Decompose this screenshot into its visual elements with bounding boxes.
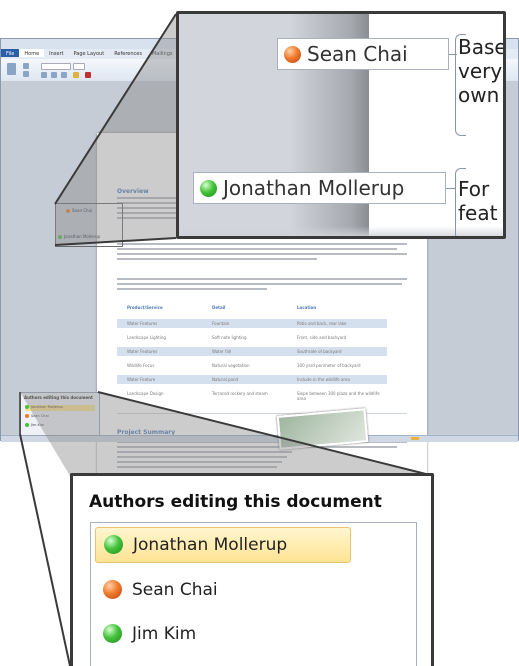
paragraph-text-jonathan: For feat bbox=[458, 177, 498, 225]
table-header: Location bbox=[297, 305, 317, 310]
table-cell: Water Features bbox=[127, 349, 158, 354]
table-row: Landscape Design Terraced rockery and st… bbox=[117, 389, 387, 401]
author-name: Jim Kim bbox=[132, 624, 197, 644]
green-presence-icon bbox=[104, 535, 123, 554]
author-row-jonathan[interactable]: Jonathan Mollerup bbox=[95, 527, 351, 563]
table-cell: Front, side and backyard bbox=[297, 335, 347, 340]
table-cell: Patio and back, rear lake bbox=[297, 321, 347, 326]
mini-author-row[interactable]: Jonathan Mollerup bbox=[25, 405, 95, 411]
mini-authors-title: Authors editing this document bbox=[24, 395, 93, 400]
paste-icon[interactable] bbox=[7, 63, 16, 75]
authors-panel-title: Authors editing this document bbox=[89, 492, 382, 512]
font-size-box[interactable] bbox=[73, 63, 85, 70]
italic-icon[interactable] bbox=[51, 72, 57, 78]
author-tag-sean[interactable]: Sean Chai bbox=[277, 38, 449, 70]
highlight-icon[interactable] bbox=[73, 72, 79, 78]
table-cell: Water Feature bbox=[127, 377, 156, 382]
cut-icon[interactable] bbox=[23, 63, 29, 69]
tab-mailings[interactable]: Mailings bbox=[147, 49, 178, 57]
table-cell: Southside of backyard bbox=[297, 349, 342, 354]
table-cell: Water Features bbox=[127, 321, 158, 326]
bold-icon[interactable] bbox=[41, 72, 47, 78]
heading-overview: Overview bbox=[117, 188, 149, 195]
status-bar bbox=[1, 435, 518, 442]
mini-author-row[interactable]: Sean Chai bbox=[25, 414, 95, 420]
table-cell: Natural vegetation bbox=[212, 363, 250, 368]
table-cell: Landscape Lighting bbox=[127, 335, 166, 340]
orange-presence-icon bbox=[284, 46, 301, 63]
top-zoom-callout: Sean Chai Base very own Jonathan Molleru… bbox=[176, 11, 506, 239]
table-cell: Soft note lighting bbox=[212, 335, 247, 340]
table-header: Product/Service bbox=[127, 305, 163, 310]
author-tag-label: Jonathan Mollerup bbox=[223, 176, 405, 200]
underline-icon[interactable] bbox=[61, 72, 67, 78]
orange-presence-icon bbox=[66, 209, 70, 213]
author-row-sean[interactable]: Sean Chai bbox=[95, 572, 351, 608]
green-presence-icon bbox=[200, 180, 217, 197]
table-row: Water Features Fountain Patio and back, … bbox=[117, 319, 387, 328]
tab-page-layout[interactable]: Page Layout bbox=[68, 49, 109, 57]
table-cell: Include in the wildlife area bbox=[297, 377, 350, 382]
green-presence-icon bbox=[25, 423, 29, 427]
table-header-row: Product/Service Detail Location bbox=[117, 305, 387, 314]
author-tag-label: Sean Chai bbox=[307, 42, 408, 66]
tab-insert[interactable]: Insert bbox=[44, 49, 68, 57]
author-tag-jonathan[interactable]: Jonathan Mollerup bbox=[193, 172, 446, 204]
green-presence-icon bbox=[58, 235, 62, 239]
table-cell: Natural pond bbox=[212, 377, 239, 382]
table-cell: 100 yard perimeter of backyard bbox=[297, 363, 361, 368]
table-cell: Slope between 300 plaza and the wildlife… bbox=[297, 391, 380, 401]
paragraph-text-sean: Base very own bbox=[458, 35, 506, 107]
bottom-wedge-line bbox=[19, 433, 71, 666]
authors-list: Jonathan Mollerup Sean Chai Jim Kim bbox=[90, 522, 417, 666]
mini-tag-sean: Sean Chai bbox=[66, 208, 92, 213]
table-row: Water Features Water fall Southside of b… bbox=[117, 347, 387, 356]
font-color-icon[interactable] bbox=[85, 72, 91, 78]
table-cell: Terraced rockery and steam bbox=[212, 391, 268, 396]
green-presence-icon bbox=[103, 624, 122, 643]
mini-author-row[interactable]: Jim Kim bbox=[25, 423, 95, 429]
tab-references[interactable]: References bbox=[109, 49, 147, 57]
mini-tag-jonathan: Jonathan Mollerup bbox=[58, 234, 100, 239]
mini-author-name: Jonathan Mollerup bbox=[31, 405, 63, 409]
table-cell: Fountain bbox=[212, 321, 230, 326]
mini-tag-label: Sean Chai bbox=[72, 208, 93, 213]
mini-authors-pane: Authors editing this document Jonathan M… bbox=[20, 392, 100, 436]
authors-zoom-callout: Authors editing this document Jonathan M… bbox=[70, 473, 434, 666]
table-row: Wildlife Focus Natural vegetation 100 ya… bbox=[117, 361, 387, 370]
table-row: Water Feature Natural pond Include in th… bbox=[117, 375, 387, 384]
table-cell: Landscape Design bbox=[127, 391, 164, 396]
orange-presence-icon bbox=[103, 580, 122, 599]
author-name: Jonathan Mollerup bbox=[133, 535, 288, 555]
author-row-jim[interactable]: Jim Kim bbox=[95, 616, 351, 652]
table-cell: Water fall bbox=[212, 349, 232, 354]
tab-file[interactable]: File bbox=[1, 49, 20, 57]
mini-author-name: Jim Kim bbox=[31, 423, 45, 427]
author-name: Sean Chai bbox=[132, 580, 218, 600]
zoom-slider-handle[interactable] bbox=[411, 437, 419, 440]
table-header: Detail bbox=[212, 305, 226, 310]
table-cell: Wildlife Focus bbox=[127, 363, 155, 368]
mini-author-name: Sean Chai bbox=[31, 414, 49, 418]
copy-icon[interactable] bbox=[23, 71, 29, 77]
green-presence-icon bbox=[25, 405, 29, 409]
mini-tag-label: Jonathan Mollerup bbox=[64, 234, 101, 239]
tab-home[interactable]: Home bbox=[19, 49, 45, 57]
orange-presence-icon bbox=[25, 414, 29, 418]
font-name-box[interactable] bbox=[41, 63, 71, 70]
table-row: Landscape Lighting Soft note lighting Fr… bbox=[117, 333, 387, 342]
